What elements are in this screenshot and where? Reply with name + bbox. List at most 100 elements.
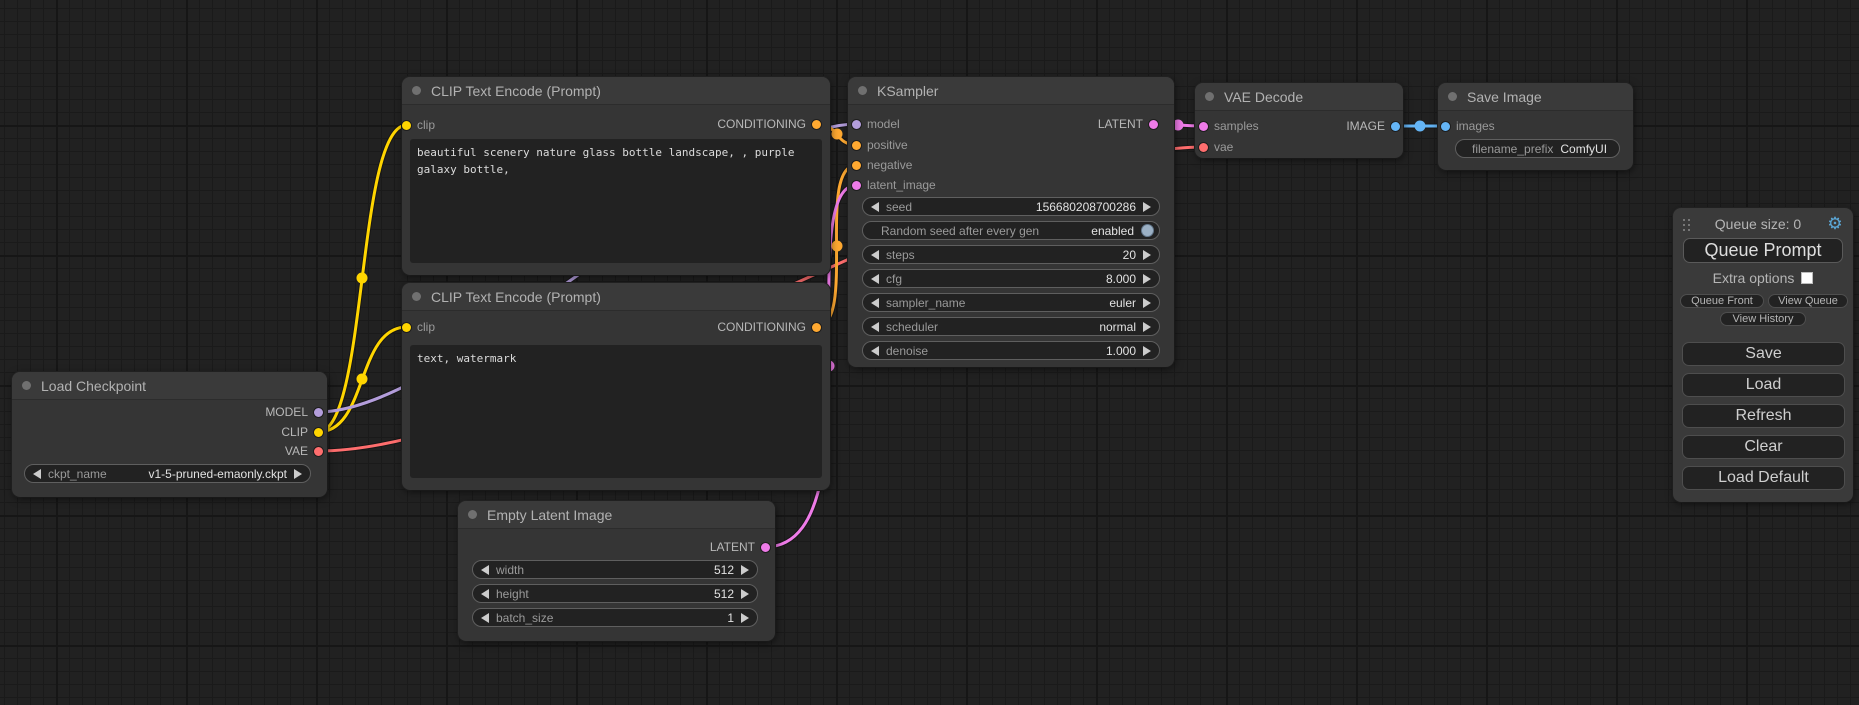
node-empty-latent-image[interactable]: Empty Latent Image LATENT width 512 heig… <box>458 501 775 641</box>
collapse-dot-icon[interactable] <box>1205 92 1214 101</box>
latent-slot-dot[interactable] <box>1199 122 1208 131</box>
conditioning-slot-dot[interactable] <box>852 161 861 170</box>
decrement-arrow-icon[interactable] <box>871 298 879 308</box>
conditioning-slot-dot[interactable] <box>812 323 821 332</box>
latent-slot-dot[interactable] <box>1149 120 1158 129</box>
input-slot-positive[interactable]: positive <box>852 137 908 153</box>
node-header[interactable]: Save Image <box>1438 83 1633 111</box>
decrement-arrow-icon[interactable] <box>481 613 489 623</box>
image-slot-dot[interactable] <box>1391 122 1400 131</box>
node-save-image[interactable]: Save Image images filename_prefix ComfyU… <box>1438 83 1633 170</box>
queue-front-button[interactable]: Queue Front <box>1680 294 1764 308</box>
collapse-dot-icon[interactable] <box>412 292 421 301</box>
node-load-checkpoint[interactable]: Load Checkpoint MODEL CLIP VAE ckpt_name… <box>12 372 327 497</box>
increment-arrow-icon[interactable] <box>1143 322 1151 332</box>
node-load-checkpoint-header[interactable]: Load Checkpoint <box>12 372 327 400</box>
clip-slot-dot[interactable] <box>314 428 323 437</box>
decrement-arrow-icon[interactable] <box>871 322 879 332</box>
input-slot-vae[interactable]: vae <box>1199 139 1233 155</box>
increment-arrow-icon[interactable] <box>741 589 749 599</box>
input-slot-model[interactable]: model <box>852 116 900 132</box>
clip-slot-dot[interactable] <box>402 121 411 130</box>
filename-prefix-widget[interactable]: filename_prefix ComfyUI <box>1455 139 1620 158</box>
input-slot-negative[interactable]: negative <box>852 157 912 173</box>
view-queue-button[interactable]: View Queue <box>1768 294 1848 308</box>
conditioning-slot-dot[interactable] <box>852 141 861 150</box>
collapse-dot-icon[interactable] <box>22 381 31 390</box>
increment-arrow-icon[interactable] <box>1143 250 1151 260</box>
input-slot-clip[interactable]: clip <box>402 319 435 335</box>
clear-button[interactable]: Clear <box>1682 435 1845 459</box>
input-slot-latent-image[interactable]: latent_image <box>852 177 936 193</box>
model-slot-dot[interactable] <box>852 120 861 129</box>
random-seed-widget[interactable]: Random seed after every gen enabled <box>862 221 1160 240</box>
drag-handle-icon[interactable] <box>1682 218 1690 231</box>
graph-canvas[interactable]: Load Checkpoint MODEL CLIP VAE ckpt_name… <box>0 0 1859 705</box>
increment-arrow-icon[interactable] <box>294 469 302 479</box>
width-widget[interactable]: width 512 <box>472 560 758 579</box>
input-slot-samples[interactable]: samples <box>1199 118 1259 134</box>
decrement-arrow-icon[interactable] <box>871 274 879 284</box>
scheduler-widget[interactable]: scheduler normal <box>862 317 1160 336</box>
node-ksampler[interactable]: KSampler model positive negative latent_… <box>848 77 1174 367</box>
clip-slot-dot[interactable] <box>402 323 411 332</box>
increment-arrow-icon[interactable] <box>1143 346 1151 356</box>
view-history-button[interactable]: View History <box>1720 312 1806 326</box>
output-slot-model[interactable]: MODEL <box>265 404 323 420</box>
steps-widget[interactable]: steps 20 <box>862 245 1160 264</box>
negative-prompt-textarea[interactable]: text, watermark <box>410 345 822 478</box>
image-slot-dot[interactable] <box>1441 122 1450 131</box>
conditioning-slot-dot[interactable] <box>812 120 821 129</box>
collapse-dot-icon[interactable] <box>468 510 477 519</box>
seed-toggle-knob-icon[interactable] <box>1141 224 1154 237</box>
input-slot-images[interactable]: images <box>1441 118 1495 134</box>
vae-slot-dot[interactable] <box>314 447 323 456</box>
increment-arrow-icon[interactable] <box>1143 274 1151 284</box>
collapse-dot-icon[interactable] <box>1448 92 1457 101</box>
decrement-arrow-icon[interactable] <box>871 202 879 212</box>
output-slot-latent[interactable]: LATENT <box>1098 116 1158 132</box>
ckpt-name-widget[interactable]: ckpt_name v1-5-pruned-emaonly.ckpt <box>24 464 311 483</box>
vae-slot-dot[interactable] <box>1199 143 1208 152</box>
input-slot-clip[interactable]: clip <box>402 117 435 133</box>
batch-size-widget[interactable]: batch_size 1 <box>472 608 758 627</box>
output-slot-conditioning[interactable]: CONDITIONING <box>717 319 821 335</box>
seed-widget[interactable]: seed 156680208700286 <box>862 197 1160 216</box>
output-slot-latent[interactable]: LATENT <box>710 539 770 555</box>
latent-slot-dot[interactable] <box>852 181 861 190</box>
decrement-arrow-icon[interactable] <box>481 565 489 575</box>
increment-arrow-icon[interactable] <box>741 565 749 575</box>
node-header[interactable]: Empty Latent Image <box>458 501 775 529</box>
increment-arrow-icon[interactable] <box>1143 298 1151 308</box>
save-button[interactable]: Save <box>1682 342 1845 366</box>
output-slot-vae[interactable]: VAE <box>285 443 323 459</box>
node-vae-decode[interactable]: VAE Decode samples vae IMAGE <box>1195 83 1403 158</box>
node-header[interactable]: VAE Decode <box>1195 83 1403 111</box>
denoise-widget[interactable]: denoise 1.000 <box>862 341 1160 360</box>
latent-slot-dot[interactable] <box>761 543 770 552</box>
output-slot-image[interactable]: IMAGE <box>1346 118 1400 134</box>
model-slot-dot[interactable] <box>314 408 323 417</box>
node-clip-text-encode-positive[interactable]: CLIP Text Encode (Prompt) clip CONDITION… <box>402 77 830 275</box>
queue-prompt-button[interactable]: Queue Prompt <box>1683 238 1843 263</box>
decrement-arrow-icon[interactable] <box>481 589 489 599</box>
node-header[interactable]: KSampler <box>848 77 1174 105</box>
load-default-button[interactable]: Load Default <box>1682 466 1845 490</box>
output-slot-conditioning[interactable]: CONDITIONING <box>717 116 821 132</box>
increment-arrow-icon[interactable] <box>741 613 749 623</box>
positive-prompt-textarea[interactable]: beautiful scenery nature glass bottle la… <box>410 139 822 263</box>
height-widget[interactable]: height 512 <box>472 584 758 603</box>
decrement-arrow-icon[interactable] <box>871 346 879 356</box>
sampler-name-widget[interactable]: sampler_name euler <box>862 293 1160 312</box>
node-header[interactable]: CLIP Text Encode (Prompt) <box>402 77 830 105</box>
node-header[interactable]: CLIP Text Encode (Prompt) <box>402 283 830 311</box>
refresh-button[interactable]: Refresh <box>1682 404 1845 428</box>
output-slot-clip[interactable]: CLIP <box>281 424 323 440</box>
cfg-widget[interactable]: cfg 8.000 <box>862 269 1160 288</box>
load-button[interactable]: Load <box>1682 373 1845 397</box>
increment-arrow-icon[interactable] <box>1143 202 1151 212</box>
node-clip-text-encode-negative[interactable]: CLIP Text Encode (Prompt) clip CONDITION… <box>402 283 830 490</box>
extra-options-checkbox[interactable] <box>1801 272 1813 284</box>
decrement-arrow-icon[interactable] <box>33 469 41 479</box>
collapse-dot-icon[interactable] <box>858 86 867 95</box>
